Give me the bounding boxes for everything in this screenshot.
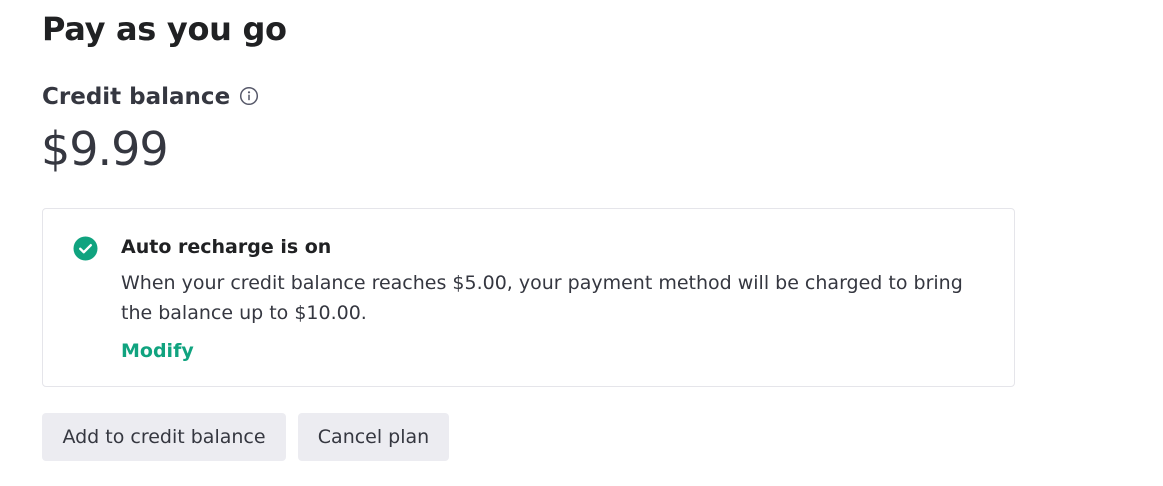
credit-balance-amount: $9.99 [41,122,169,176]
check-circle-icon [73,236,98,261]
cancel-plan-button[interactable]: Cancel plan [298,413,449,461]
add-to-credit-balance-button[interactable]: Add to credit balance [42,413,286,461]
page-title: Pay as you go [42,10,287,48]
auto-recharge-description: When your credit balance reaches $5.00, … [121,272,963,324]
modify-link[interactable]: Modify [121,340,194,362]
credit-balance-header: Credit balance [42,84,259,110]
billing-page: Pay as you go Credit balance $9.99 Auto … [0,0,1163,486]
info-icon[interactable] [239,86,259,106]
auto-recharge-title: Auto recharge is on [121,236,332,258]
auto-recharge-card: Auto recharge is on When your credit bal… [42,208,1015,387]
credit-balance-label: Credit balance [42,84,231,110]
